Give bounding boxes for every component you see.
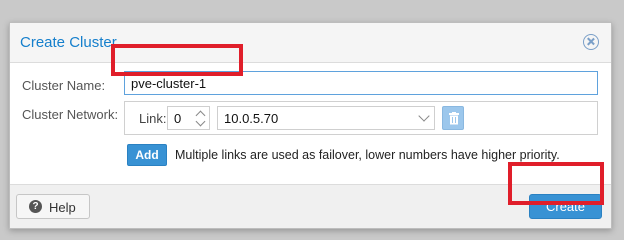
cluster-network-label: Cluster Network: [22,107,119,122]
help-button[interactable]: ? Help [16,194,90,219]
failover-hint-text: Multiple links are used as failover, low… [175,148,560,162]
add-link-button[interactable]: Add [127,144,167,166]
dialog-title: Create Cluster [20,34,117,51]
delete-link-button[interactable] [442,106,464,130]
link-number-stepper[interactable]: 0 [167,106,210,130]
help-label: Help [49,200,76,215]
cluster-network-panel: Link: 0 10.0.5.70 [124,101,598,135]
link-number-value: 0 [174,111,182,126]
help-icon: ? [29,200,42,213]
dialog-header: Create Cluster [10,23,611,63]
trash-icon [449,112,459,125]
chevron-down-icon[interactable] [418,110,430,122]
network-address-value: 10.0.5.70 [224,111,279,126]
stepper-arrows-icon[interactable] [196,110,206,126]
link-label: Link: [139,111,167,126]
create-button-highlight [508,162,604,205]
network-address-select[interactable]: 10.0.5.70 [217,106,435,130]
cluster-name-label: Cluster Name: [22,78,106,93]
cluster-name-highlight [111,44,243,76]
close-icon[interactable] [583,34,599,50]
